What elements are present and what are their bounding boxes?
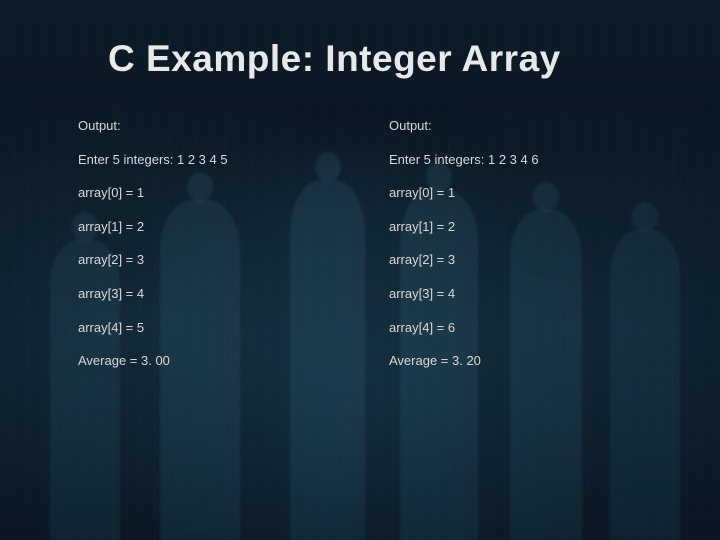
prompt-line: Enter 5 integers: 1 2 3 4 6 bbox=[389, 152, 660, 168]
array-line: array[0] = 1 bbox=[78, 185, 349, 201]
prompt-line: Enter 5 integers: 1 2 3 4 5 bbox=[78, 152, 349, 168]
slide: C Example: Integer Array Output: Enter 5… bbox=[0, 0, 720, 540]
array-line: array[4] = 5 bbox=[78, 320, 349, 336]
array-line: array[0] = 1 bbox=[389, 185, 660, 201]
output-label: Output: bbox=[389, 118, 660, 134]
array-line: array[3] = 4 bbox=[389, 286, 660, 302]
array-line: array[1] = 2 bbox=[389, 219, 660, 235]
array-line: array[2] = 3 bbox=[78, 252, 349, 268]
array-line: array[3] = 4 bbox=[78, 286, 349, 302]
average-line: Average = 3. 20 bbox=[389, 353, 660, 369]
average-line: Average = 3. 00 bbox=[78, 353, 349, 369]
array-line: array[1] = 2 bbox=[78, 219, 349, 235]
left-column: Output: Enter 5 integers: 1 2 3 4 5 arra… bbox=[78, 118, 389, 387]
slide-title: C Example: Integer Array bbox=[108, 38, 660, 80]
array-line: array[2] = 3 bbox=[389, 252, 660, 268]
columns: Output: Enter 5 integers: 1 2 3 4 5 arra… bbox=[60, 118, 660, 387]
output-label: Output: bbox=[78, 118, 349, 134]
array-line: array[4] = 6 bbox=[389, 320, 660, 336]
right-column: Output: Enter 5 integers: 1 2 3 4 6 arra… bbox=[389, 118, 660, 387]
